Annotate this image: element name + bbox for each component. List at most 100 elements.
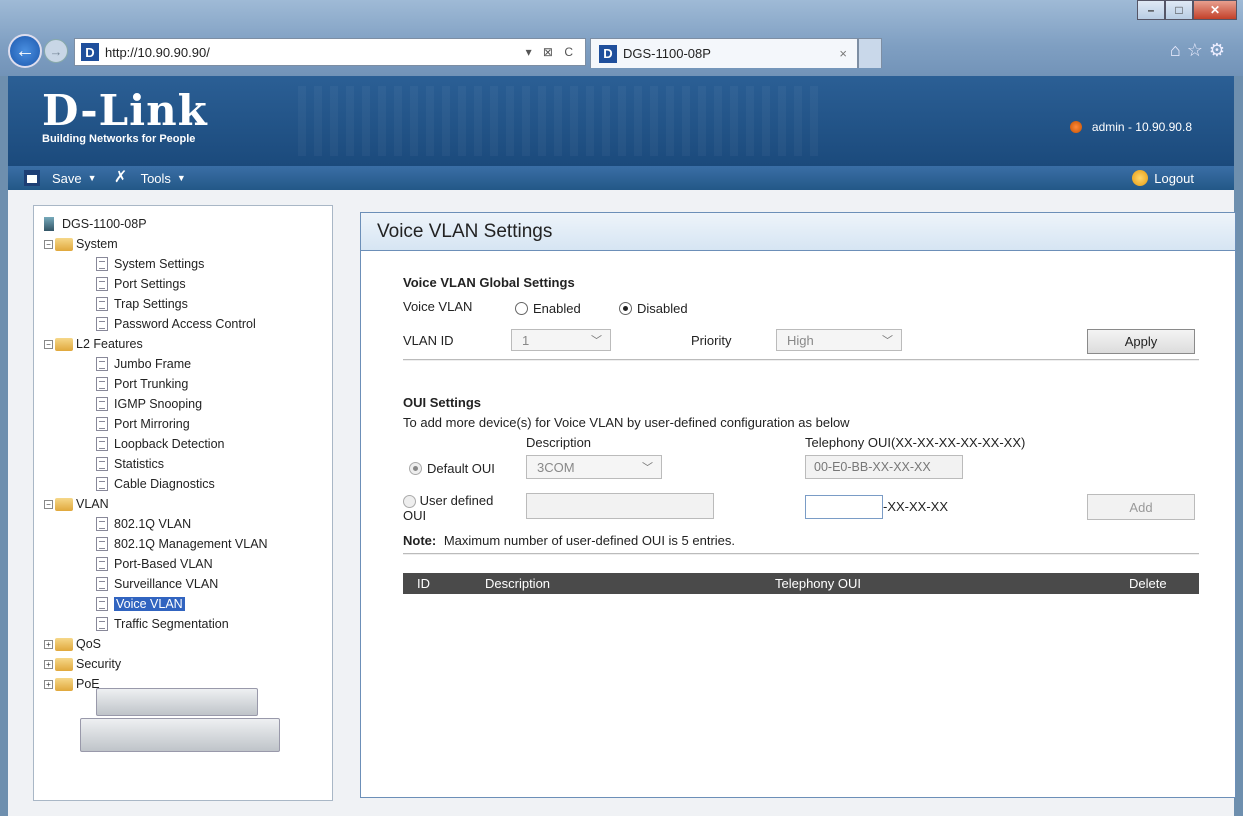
close-window-button[interactable]: ✕ bbox=[1193, 0, 1237, 20]
minimize-button[interactable]: – bbox=[1137, 0, 1165, 20]
tree-group-system[interactable]: − System bbox=[44, 234, 332, 254]
tree-item-traffic-segmentation[interactable]: Traffic Segmentation bbox=[44, 614, 332, 634]
tree-group-label: VLAN bbox=[76, 497, 109, 511]
tree-item-loopback-detection[interactable]: Loopback Detection bbox=[44, 434, 332, 454]
back-button[interactable]: ← bbox=[8, 34, 42, 68]
favorites-star-icon[interactable]: ☆ bbox=[1187, 40, 1209, 60]
forward-button[interactable]: → bbox=[44, 39, 68, 63]
tools-menu[interactable]: ✗ Tools ▼ bbox=[113, 170, 186, 186]
tree-item-802-1q-management-vlan[interactable]: 802.1Q Management VLAN bbox=[44, 534, 332, 554]
expand-icon[interactable]: + bbox=[44, 679, 53, 689]
tree-item-port-trunking[interactable]: Port Trunking bbox=[44, 374, 332, 394]
tree-item-system-settings[interactable]: System Settings bbox=[44, 254, 332, 274]
user-defined-radio-group[interactable]: User defined OUI bbox=[403, 493, 493, 523]
app-header: D-Link Building Networks for People admi… bbox=[8, 76, 1234, 166]
enabled-radio[interactable] bbox=[515, 302, 528, 315]
settings-gear-icon[interactable]: ⚙ bbox=[1209, 40, 1231, 60]
tree-group-label: System bbox=[76, 237, 118, 251]
tree-group-qos[interactable]: + QoS bbox=[44, 634, 332, 654]
default-description-value: 3COM bbox=[537, 459, 575, 475]
tab-favicon-icon: D bbox=[599, 44, 617, 63]
tree-group-security[interactable]: + Security bbox=[44, 654, 332, 674]
user-info: admin - 10.90.90.8 bbox=[1069, 120, 1192, 134]
table-header: ID Description Telephony OUI Delete bbox=[403, 573, 1199, 594]
tree-item-label: System Settings bbox=[114, 257, 205, 271]
address-controls[interactable]: ▾ ⊠ C bbox=[526, 45, 577, 59]
folder-icon bbox=[55, 237, 73, 251]
tree-item-trap-settings[interactable]: Trap Settings bbox=[44, 294, 332, 314]
disabled-radio[interactable] bbox=[619, 302, 632, 315]
save-menu[interactable]: Save ▼ bbox=[24, 170, 97, 186]
tree-group-l2-features[interactable]: − L2 Features bbox=[44, 334, 332, 354]
enabled-label: Enabled bbox=[533, 301, 581, 316]
tree-item-port-settings[interactable]: Port Settings bbox=[44, 274, 332, 294]
page-icon bbox=[96, 257, 108, 271]
vlan-id-select[interactable]: 1 ﹀ bbox=[511, 329, 611, 351]
tree-item-label: 802.1Q VLAN bbox=[114, 517, 192, 531]
tree-item-cable-diagnostics[interactable]: Cable Diagnostics bbox=[44, 474, 332, 494]
collapse-icon[interactable]: − bbox=[44, 339, 53, 349]
tree-item-surveillance-vlan[interactable]: Surveillance VLAN bbox=[44, 574, 332, 594]
chevron-down-icon: ﹀ bbox=[591, 335, 602, 347]
page-icon bbox=[96, 457, 108, 471]
navigation-tree: DGS-1100-08P − System System Settings Port … bbox=[33, 205, 333, 801]
enabled-radio-group[interactable]: Enabled bbox=[515, 301, 581, 316]
col-telephony-oui: Telephony OUI bbox=[775, 576, 861, 591]
disabled-radio-group[interactable]: Disabled bbox=[619, 301, 688, 316]
tree-item-port-based-vlan[interactable]: Port-Based VLAN bbox=[44, 554, 332, 574]
voice-vlan-label: Voice VLAN bbox=[403, 299, 473, 314]
tree-item-password-access-control[interactable]: Password Access Control bbox=[44, 314, 332, 334]
default-oui-radio-group[interactable]: Default OUI bbox=[409, 461, 495, 476]
page-icon bbox=[96, 477, 108, 491]
maximize-button[interactable]: □ bbox=[1165, 0, 1193, 20]
tree-item-port-mirroring[interactable]: Port Mirroring bbox=[44, 414, 332, 434]
tab-close-icon[interactable]: × bbox=[839, 46, 847, 61]
tree-item-label: Port Trunking bbox=[114, 377, 189, 391]
user-telephony-input[interactable] bbox=[805, 495, 883, 519]
address-bar[interactable]: D http://10.90.90.90/ ▾ ⊠ C bbox=[74, 38, 586, 66]
tree-item-label: Surveillance VLAN bbox=[114, 577, 219, 591]
tree-item-voice-vlan[interactable]: Voice VLAN bbox=[44, 594, 332, 614]
tree-item-statistics[interactable]: Statistics bbox=[44, 454, 332, 474]
apply-button[interactable]: Apply bbox=[1087, 329, 1195, 354]
tree-item-label: 802.1Q Management VLAN bbox=[114, 537, 268, 551]
tree-item-label: Password Access Control bbox=[114, 317, 256, 331]
tree-group-vlan[interactable]: − VLAN bbox=[44, 494, 332, 514]
expand-icon[interactable]: + bbox=[44, 659, 53, 669]
chevron-down-icon: ﹀ bbox=[642, 462, 653, 474]
browser-tab[interactable]: D DGS-1100-08P × bbox=[590, 38, 858, 68]
window-controls: – □ ✕ bbox=[1137, 0, 1237, 20]
logout-button[interactable]: Logout bbox=[1132, 170, 1194, 186]
new-tab-button[interactable] bbox=[858, 38, 882, 68]
divider bbox=[403, 359, 1199, 361]
tree-root[interactable]: DGS-1100-08P bbox=[44, 214, 332, 234]
note-line: Note: Maximum number of user-defined OUI… bbox=[403, 533, 735, 548]
col-description: Description bbox=[485, 576, 551, 591]
address-url[interactable]: http://10.90.90.90/ bbox=[105, 45, 210, 60]
chevron-down-icon: ﹀ bbox=[882, 335, 893, 347]
collapse-icon[interactable]: − bbox=[44, 499, 53, 509]
tree-item-jumbo-frame[interactable]: Jumbo Frame bbox=[44, 354, 332, 374]
user-description-input[interactable] bbox=[526, 493, 714, 519]
default-oui-radio[interactable] bbox=[409, 462, 422, 475]
tree-item-802-1q-vlan[interactable]: 802.1Q VLAN bbox=[44, 514, 332, 534]
folder-icon bbox=[55, 337, 73, 351]
page-icon bbox=[96, 357, 108, 371]
dlink-logo: D-Link bbox=[42, 86, 208, 135]
tree-item-label: Port Mirroring bbox=[114, 417, 190, 431]
page-icon bbox=[96, 557, 108, 571]
priority-select[interactable]: High ﹀ bbox=[776, 329, 902, 351]
tree-item-label: Traffic Segmentation bbox=[114, 617, 229, 631]
header-decoration bbox=[298, 86, 818, 156]
tree-item-igmp-snooping[interactable]: IGMP Snooping bbox=[44, 394, 332, 414]
global-settings-heading: Voice VLAN Global Settings bbox=[403, 275, 575, 290]
folder-icon bbox=[55, 657, 73, 671]
logout-icon bbox=[1132, 170, 1149, 186]
default-description-select[interactable]: 3COM ﹀ bbox=[526, 455, 662, 479]
collapse-icon[interactable]: − bbox=[44, 239, 53, 249]
user-defined-radio[interactable] bbox=[403, 495, 416, 509]
expand-icon[interactable]: + bbox=[44, 639, 53, 649]
add-button[interactable]: Add bbox=[1087, 494, 1195, 520]
default-telephony-input[interactable]: 00-E0-BB-XX-XX-XX bbox=[805, 455, 963, 479]
home-icon[interactable]: ⌂ bbox=[1170, 40, 1187, 60]
